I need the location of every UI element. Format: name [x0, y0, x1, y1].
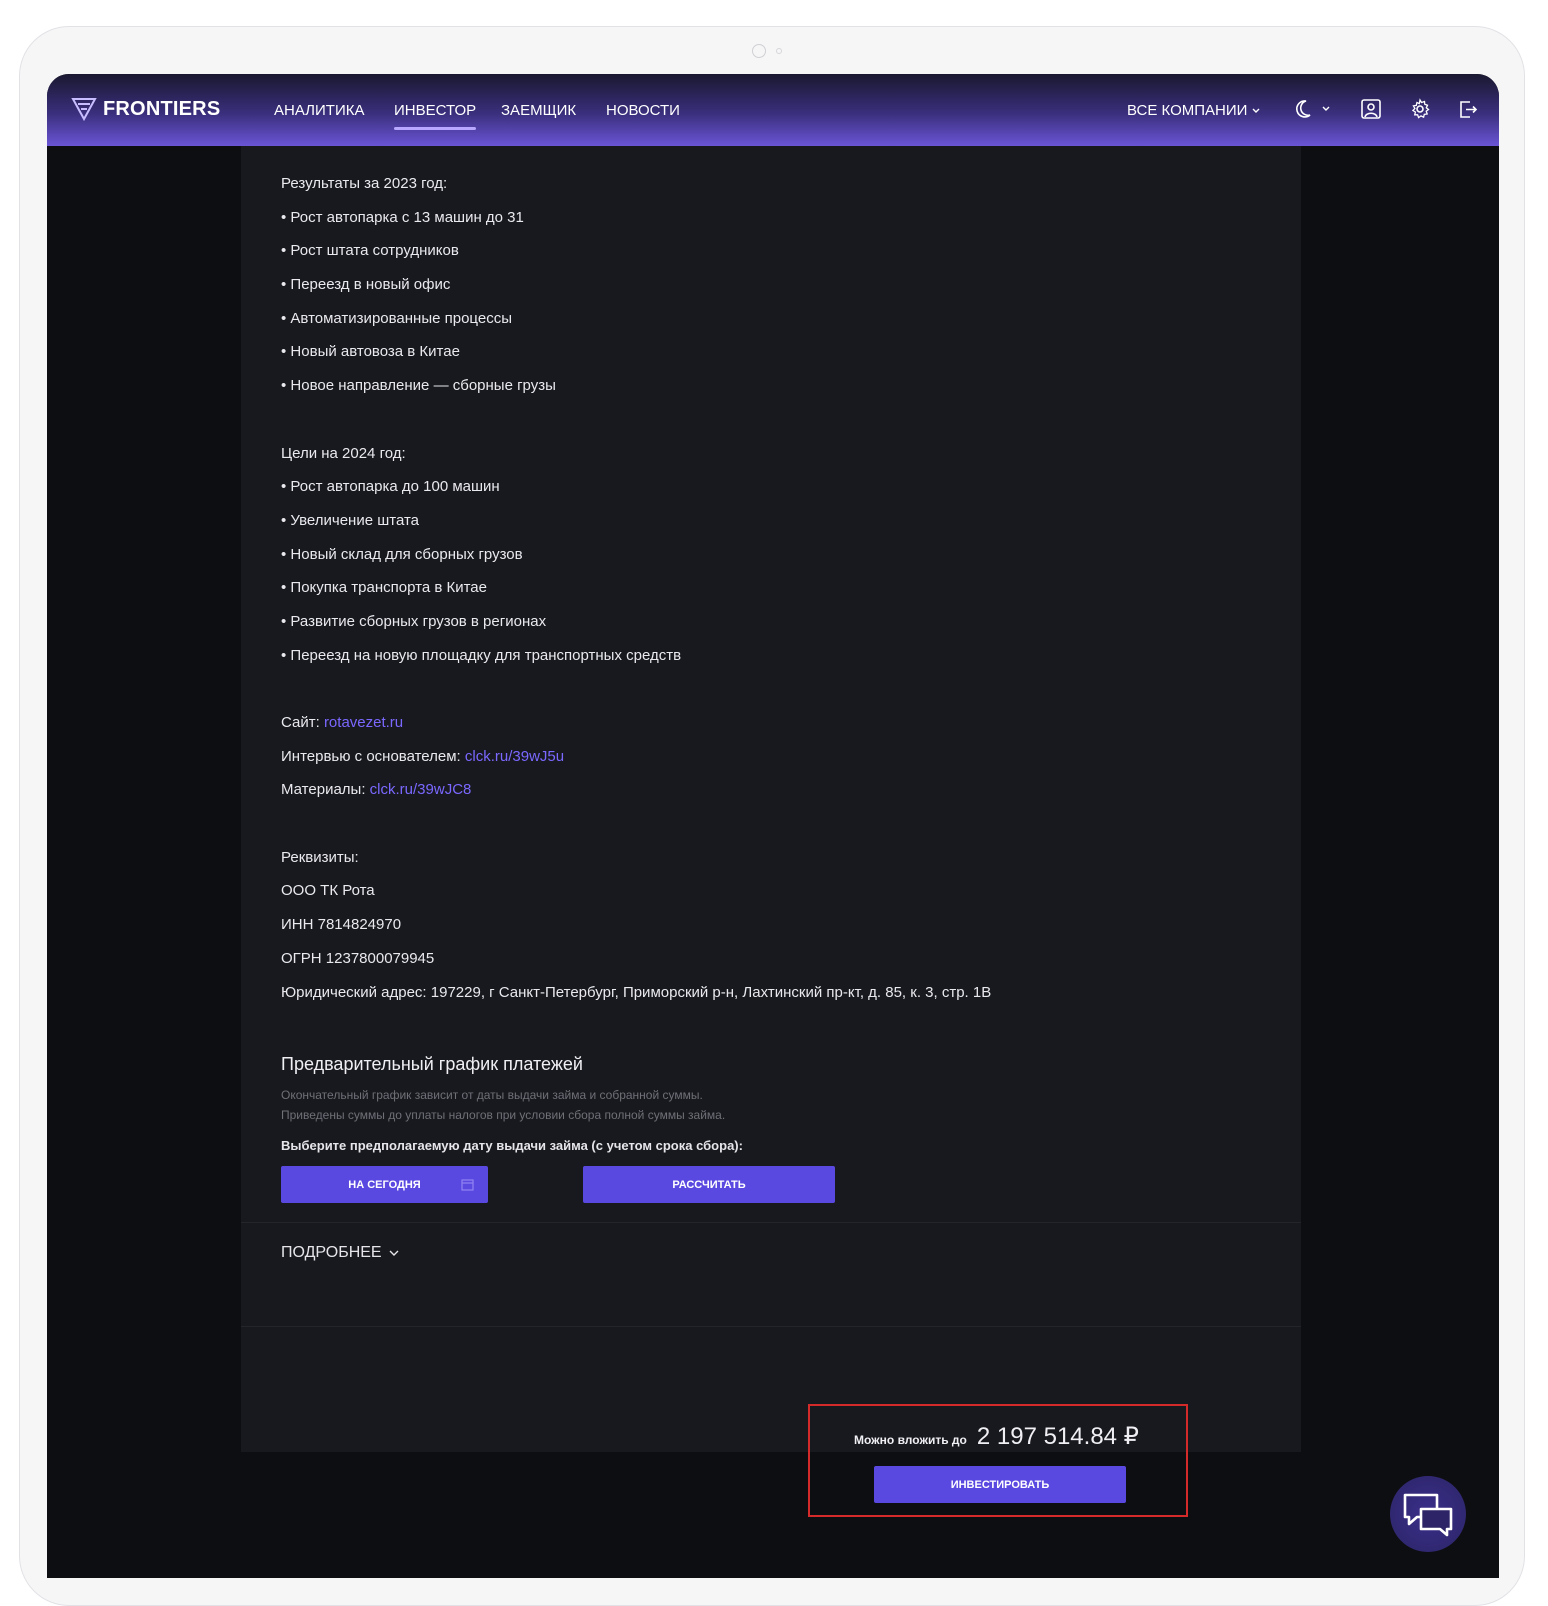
materials-row: Материалы: clck.ru/39wJC8: [281, 780, 991, 814]
chevron-down-icon: [389, 1250, 399, 1256]
divider: [241, 1222, 1301, 1223]
camera-lens: [752, 44, 766, 58]
calculate-button[interactable]: РАССЧИТАТЬ: [583, 1166, 835, 1203]
more-label: ПОДРОБНЕЕ: [281, 1244, 382, 1261]
invest-limit-amount: 2 197 514.84 ₽: [976, 1423, 1139, 1450]
list-item: • Покупка транспорта в Китае: [281, 579, 487, 597]
list-item: • Рост автопарка с 13 машин до 31: [281, 208, 524, 226]
brand-logo[interactable]: FRONTIERS: [71, 96, 220, 122]
requisite-inn: ИНН 7814824970: [281, 916, 402, 934]
top-navbar: FRONTIERS АНАЛИТИКА ИНВЕСТОР ЗАЕМЩИК НОВ…: [47, 74, 1499, 146]
more-toggle[interactable]: ПОДРОБНЕЕ: [281, 1244, 400, 1262]
list-item: • Автоматизированные процессы: [281, 309, 512, 327]
nav-item-analytics[interactable]: АНАЛИТИКА: [274, 102, 364, 119]
site-label: Сайт:: [281, 714, 320, 731]
materials-link[interactable]: clck.ru/39wJC8: [370, 781, 472, 798]
settings-button[interactable]: [1409, 98, 1431, 125]
requisites-title: Реквизиты:: [281, 848, 359, 866]
chat-button[interactable]: [1390, 1476, 1466, 1552]
profile-button[interactable]: [1360, 98, 1382, 125]
list-item: • Рост штата сотрудников: [281, 242, 459, 260]
schedule-note: Окончательный график зависит от даты выд…: [281, 1088, 703, 1102]
camera-sensor: [776, 48, 782, 54]
interview-label: Интервью с основателем:: [281, 747, 461, 765]
interview-row: Интервью с основателем: clck.ru/39wJ5u: [281, 747, 991, 781]
chat-icon: [1403, 1493, 1453, 1537]
gear-icon: [1411, 98, 1430, 119]
materials-label: Материалы:: [281, 781, 366, 799]
site-row: Сайт: rotavezet.ru: [281, 713, 991, 747]
date-label: Выберите предполагаемую дату выдачи займ…: [281, 1138, 743, 1153]
schedule-note: Приведены суммы до уплаты налогов при ус…: [281, 1108, 726, 1122]
loan-details-panel: Результаты за 2023 год: • Рост автопарка…: [241, 146, 1301, 1517]
list-item: • Развитие сборных грузов в регионах: [281, 612, 547, 630]
divider: [241, 1326, 1301, 1327]
nav-item-borrower[interactable]: ЗАЕМЩИК: [501, 102, 576, 119]
schedule-title: Предварительный график платежей: [281, 1054, 583, 1074]
list-item: • Новое направление — сборные грузы: [281, 377, 556, 395]
list-item: • Рост автопарка до 100 машин: [281, 478, 500, 496]
interview-link[interactable]: clck.ru/39wJ5u: [465, 748, 564, 765]
theme-toggle[interactable]: [1295, 98, 1331, 120]
list-item: • Переезд на новую площадку для транспор…: [281, 646, 682, 664]
list-item: • Новый склад для сборных грузов: [281, 545, 523, 563]
logout-icon: [1460, 101, 1478, 118]
requisite-ogrn: ОГРН 1237800079945: [281, 949, 435, 967]
results-title: Результаты за 2023 год:: [281, 175, 448, 192]
app-screen: FRONTIERS АНАЛИТИКА ИНВЕСТОР ЗАЕМЩИК НОВ…: [47, 74, 1499, 1578]
logout-button[interactable]: [1457, 98, 1479, 125]
chevron-down-icon: [1252, 108, 1260, 113]
invest-limit: Можно вложить до 2 197 514.84 ₽: [854, 1422, 1139, 1451]
chevron-down-icon: [1322, 106, 1330, 111]
invest-button[interactable]: ИНВЕСТИРОВАТЬ: [874, 1466, 1126, 1503]
goals-title: Цели на 2024 год:: [281, 444, 406, 462]
list-item: • Переезд в новый офис: [281, 276, 451, 294]
calendar-icon: [461, 1179, 474, 1191]
profile-icon: [1361, 99, 1381, 119]
requisite-address: Юридический адрес: 197229, г Санкт-Петер…: [281, 983, 992, 1001]
requisite-company: ООО ТК Рота: [281, 882, 375, 900]
nav-item-news[interactable]: НОВОСТИ: [606, 102, 680, 119]
frontiers-logo-icon: [71, 98, 97, 122]
companies-dropdown[interactable]: ВСЕ КОМПАНИИ: [1127, 102, 1261, 119]
list-item: • Увеличение штата: [281, 511, 420, 529]
site-link[interactable]: rotavezet.ru: [324, 714, 403, 731]
moon-icon: [1296, 100, 1311, 118]
date-picker-button[interactable]: НА СЕГОДНЯ: [281, 1166, 488, 1203]
loan-description: Результаты за 2023 год: • Рост автопарка…: [281, 174, 991, 1016]
invest-highlight: Можно вложить до 2 197 514.84 ₽ ИНВЕСТИР…: [808, 1404, 1188, 1517]
companies-label: ВСЕ КОМПАНИИ: [1127, 102, 1248, 119]
invest-limit-label: Можно вложить до: [854, 1433, 967, 1447]
list-item: • Новый автовоза в Китае: [281, 343, 460, 361]
date-button-label: НА СЕГОДНЯ: [348, 1178, 421, 1191]
nav-item-investor[interactable]: ИНВЕСТОР: [394, 102, 477, 130]
brand-name: FRONTIERS: [103, 97, 221, 120]
